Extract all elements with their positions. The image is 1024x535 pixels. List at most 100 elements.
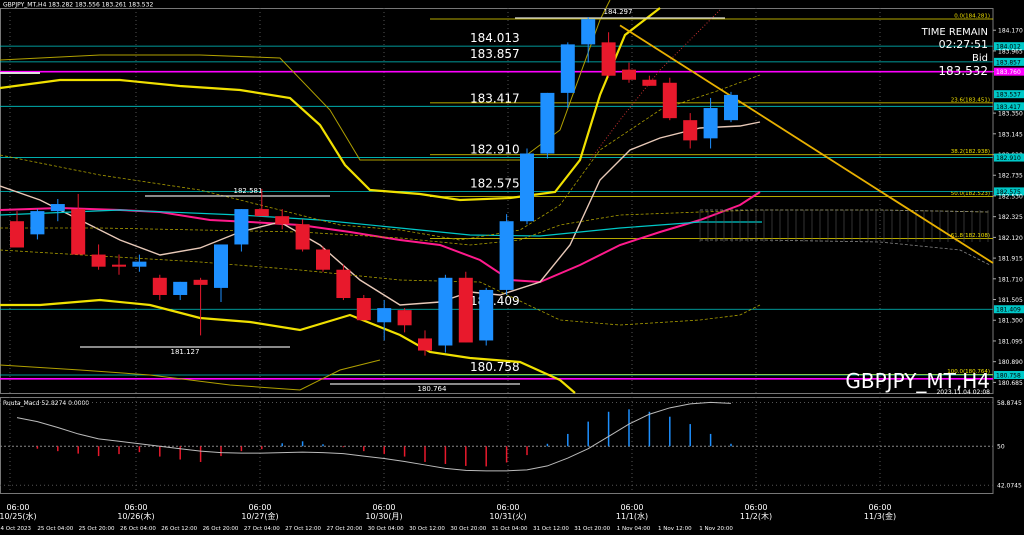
indicator-pane-frame bbox=[0, 397, 994, 494]
time-axis-label: 30 Oct 04:00 bbox=[368, 526, 404, 532]
price-axis-label: 182.735 bbox=[998, 173, 1023, 180]
time-axis-label: 31 Oct 20:00 bbox=[574, 526, 610, 532]
bid-label: Bid bbox=[972, 53, 988, 64]
time-axis-label: 26 Oct 12:00 bbox=[161, 526, 197, 532]
horizontal-level-label: 181.409 bbox=[470, 294, 520, 308]
time-axis-label: 31 Oct 12:00 bbox=[533, 526, 569, 532]
price-annotation: 180.764 bbox=[418, 385, 447, 393]
price-axis-label: 181.300 bbox=[998, 318, 1023, 325]
beige-moving-average bbox=[0, 121, 761, 306]
bearish-candle bbox=[356, 298, 371, 321]
price-annotation: 182.581 bbox=[234, 187, 263, 195]
bearish-candle bbox=[601, 42, 616, 76]
bullish-candle bbox=[234, 209, 249, 245]
bearish-candle bbox=[193, 279, 208, 285]
bullish-candle bbox=[499, 221, 514, 290]
bearish-candle bbox=[275, 216, 290, 225]
indicator-name: Ruuta_Macd 52.8274 0.0000 bbox=[3, 400, 89, 407]
date-axis-time: 06:00 bbox=[372, 503, 395, 512]
bullish-candle bbox=[214, 244, 228, 288]
bullish-candle bbox=[30, 211, 45, 235]
bid-value: 183.532 bbox=[938, 64, 988, 78]
price-annotation: 184.297 bbox=[604, 8, 633, 16]
bearish-candle bbox=[458, 277, 473, 343]
date-axis-date: 11/2(木) bbox=[740, 511, 772, 521]
bearish-candle bbox=[91, 254, 106, 267]
cloud-lower-line bbox=[700, 239, 991, 266]
fib-level-label: 0.0(184.281) bbox=[954, 14, 990, 20]
date-axis-date: 10/30(月) bbox=[365, 512, 402, 521]
price-axis-label: 181.505 bbox=[998, 297, 1023, 304]
date-axis-date: 10/31(火) bbox=[489, 512, 526, 521]
chart-timestamp: 2023.11.04 02:08 bbox=[936, 389, 990, 396]
upper-band-line bbox=[0, 7, 661, 202]
bid-price-label: 183.760 bbox=[996, 69, 1021, 76]
date-axis-time: 06:00 bbox=[6, 503, 29, 512]
macd-signal-line bbox=[16, 401, 732, 472]
time-remain-value: 02:27:51 bbox=[939, 38, 988, 51]
date-axis-time: 06:00 bbox=[744, 503, 767, 512]
date-axis-date: 10/27(金) bbox=[241, 511, 278, 521]
horizontal-level-label: 182.575 bbox=[470, 176, 520, 190]
bearish-candle bbox=[316, 249, 330, 270]
price-axis-label: 182.910 bbox=[996, 155, 1021, 162]
time-axis-label: 1 Nov 12:00 bbox=[658, 526, 692, 532]
date-axis-time: 06:00 bbox=[124, 503, 147, 512]
time-axis-label: 31 Oct 04:00 bbox=[492, 526, 528, 532]
time-axis-label: 26 Oct 04:00 bbox=[120, 526, 156, 532]
price-axis-label: 183.145 bbox=[998, 131, 1023, 138]
date-axis-time: 06:00 bbox=[620, 503, 643, 512]
price-axis-label: 180.758 bbox=[996, 373, 1021, 380]
bullish-candle bbox=[132, 261, 147, 267]
date-axis-time: 06:00 bbox=[248, 503, 271, 512]
bullish-candle bbox=[479, 289, 494, 341]
price-axis-label: 183.857 bbox=[996, 59, 1021, 66]
time-axis-label: 24 Oct 2023 bbox=[0, 526, 31, 532]
fib-level-label: 50.0(182.523) bbox=[951, 191, 990, 197]
bearish-candle bbox=[683, 120, 698, 141]
date-axis-date: 11/1(水) bbox=[616, 511, 648, 521]
time-remain-label: TIME REMAIN bbox=[921, 27, 988, 38]
time-axis-label: 27 Oct 04:00 bbox=[244, 526, 280, 532]
bullish-candle bbox=[560, 44, 575, 93]
price-axis-label: 184.170 bbox=[998, 28, 1023, 35]
price-axis-label: 180.890 bbox=[998, 359, 1023, 366]
time-axis-label: 30 Oct 12:00 bbox=[409, 526, 445, 532]
price-axis-label: 182.530 bbox=[998, 193, 1023, 200]
horizontal-level-label: 183.857 bbox=[470, 47, 520, 61]
bearish-candle bbox=[336, 269, 351, 299]
bearish-candle bbox=[112, 264, 126, 267]
horizontal-level-label: 183.417 bbox=[470, 91, 520, 105]
date-axis-time: 06:00 bbox=[868, 503, 891, 512]
bullish-candle bbox=[173, 281, 188, 295]
indicator-axis-label: 50 bbox=[997, 444, 1005, 451]
bearish-candle bbox=[152, 277, 167, 295]
bearish-candle bbox=[418, 338, 432, 351]
price-axis-label: 183.350 bbox=[998, 111, 1023, 118]
time-axis-label: 26 Oct 20:00 bbox=[203, 526, 239, 532]
bearish-candle bbox=[397, 310, 412, 326]
price-axis-label: 180.685 bbox=[998, 380, 1023, 387]
horizontal-level-label: 182.910 bbox=[470, 143, 520, 157]
indicator-axis-label: 58.8745 bbox=[997, 400, 1022, 407]
price-annotation: 181.127 bbox=[171, 348, 200, 356]
indicator-axis-label: 42.0745 bbox=[997, 483, 1022, 490]
date-axis-time: 06:00 bbox=[496, 503, 519, 512]
bullish-candle bbox=[438, 277, 453, 346]
price-axis-label: 183.965 bbox=[998, 48, 1023, 55]
bullish-candle bbox=[540, 92, 555, 154]
time-axis-label: 27 Oct 20:00 bbox=[326, 526, 362, 532]
price-axis-label: 182.120 bbox=[998, 235, 1023, 242]
time-axis-label: 27 Oct 12:00 bbox=[285, 526, 321, 532]
date-axis-date: 10/26(木) bbox=[117, 511, 154, 521]
bullish-candle bbox=[581, 19, 596, 45]
bearish-candle bbox=[662, 82, 677, 119]
time-axis-label: 25 Oct 04:00 bbox=[37, 526, 73, 532]
bearish-candle bbox=[10, 221, 24, 248]
fib-level-label: 61.8(182.108) bbox=[951, 233, 990, 239]
price-axis-label: 182.325 bbox=[998, 214, 1023, 221]
date-axis-date: 11/3(金) bbox=[864, 511, 896, 521]
fib-level-label: 38.2(182.938) bbox=[951, 149, 990, 155]
price-axis-label: 181.095 bbox=[998, 338, 1023, 345]
bullish-candle bbox=[703, 108, 718, 139]
